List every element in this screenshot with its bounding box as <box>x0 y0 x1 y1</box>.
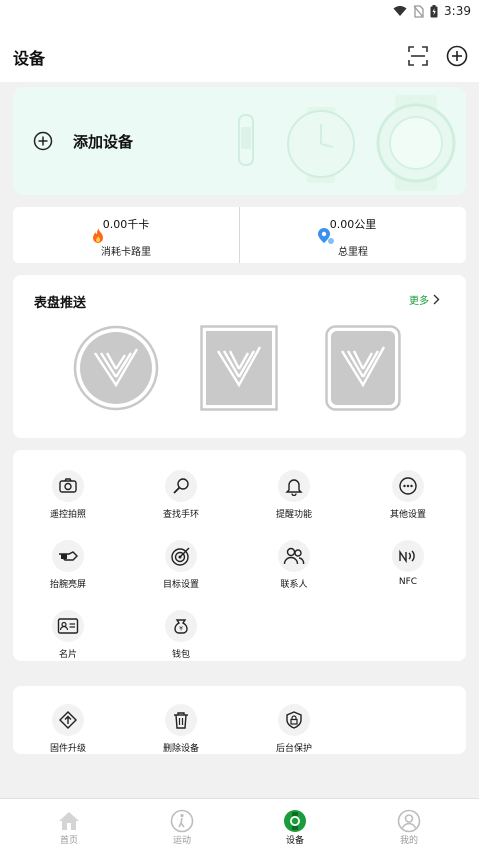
distance-label: 总里程 <box>338 247 368 258</box>
function-label: 固件升级 <box>49 744 86 754</box>
function-label: 其他设置 <box>389 510 426 520</box>
watch-faces-card: 表盘推送 更多 <box>13 275 466 438</box>
watch-face-rounded-square[interactable] <box>325 325 401 411</box>
function-label: 删除设备 <box>162 744 199 754</box>
function-delete-device[interactable]: 删除设备 <box>126 704 236 764</box>
trash-icon <box>174 712 188 729</box>
more-label: 更多 <box>409 296 429 307</box>
svg-text:¥: ¥ <box>179 626 183 633</box>
function-other-settings[interactable]: 其他设置 <box>353 470 463 530</box>
distance-value: 0.00公里 <box>329 218 377 231</box>
watch-faces-more-link[interactable]: 更多 <box>409 292 440 307</box>
contacts-icon <box>283 547 305 565</box>
watch-icon <box>284 810 306 832</box>
function-business-card[interactable]: 名片 <box>13 610 123 670</box>
device-illustration-icon <box>238 95 456 191</box>
function-label: 提醒功能 <box>275 510 312 520</box>
function-label: 联系人 <box>280 580 308 590</box>
more-dots-icon <box>399 477 417 495</box>
function-label: 遥控拍照 <box>49 510 86 520</box>
add-circle-icon[interactable] <box>445 44 469 68</box>
tab-label: 运动 <box>172 836 191 846</box>
tab-home[interactable]: 首页 <box>9 799 129 853</box>
calories-value: 0.00千卡 <box>102 218 150 231</box>
function-wallet[interactable]: ¥ 钱包 <box>126 610 236 670</box>
target-icon <box>171 547 190 566</box>
watch-faces-title: 表盘推送 <box>34 296 87 311</box>
wifi-icon <box>393 6 407 16</box>
function-find-band[interactable]: 查找手环 <box>126 470 236 530</box>
function-reminders[interactable]: 提醒功能 <box>239 470 349 530</box>
function-remote-camera[interactable]: 遥控拍照 <box>13 470 123 530</box>
function-label: 后台保护 <box>275 744 312 754</box>
watch-face-square[interactable] <box>200 325 278 411</box>
no-sim-icon <box>413 4 424 18</box>
calories-stat: 0.00千卡 消耗卡路里 <box>13 207 239 263</box>
tab-label: 设备 <box>285 836 304 846</box>
function-label: 抬腕亮屏 <box>49 580 86 590</box>
business-card-icon <box>57 618 79 634</box>
distance-stat: 0.00公里 总里程 <box>240 207 466 263</box>
battery-icon <box>430 4 438 17</box>
status-bar: 3:39 <box>0 0 479 22</box>
shield-lock-icon <box>286 711 302 729</box>
home-icon <box>59 812 79 830</box>
tab-sport[interactable]: 运动 <box>122 799 242 853</box>
watch-face-round[interactable] <box>73 325 159 411</box>
status-time: 3:39 <box>444 4 471 18</box>
function-label: 名片 <box>58 650 77 660</box>
stats-card: 0.00千卡 消耗卡路里 0.00公里 总里程 <box>13 207 466 263</box>
header: 设备 <box>0 22 479 82</box>
function-label: 目标设置 <box>162 580 199 590</box>
chevron-right-icon <box>433 294 440 305</box>
system-card: 固件升级 删除设备 后台保护 <box>13 686 466 754</box>
profile-icon <box>397 809 421 833</box>
function-grid-card: 遥控拍照 查找手环 提醒功能 其他设置 抬腕亮屏 目标设置 联系人 NFC 名片… <box>13 450 466 661</box>
function-background-protection[interactable]: 后台保护 <box>239 704 349 764</box>
function-label: 钱包 <box>171 650 190 660</box>
function-nfc[interactable]: NFC <box>353 540 463 600</box>
page-title: 设备 <box>13 49 46 68</box>
raise-wrist-icon <box>59 551 78 561</box>
bottom-tab-bar: 首页 运动 设备 我的 <box>0 798 479 853</box>
sport-icon <box>170 809 194 833</box>
add-device-plus-icon <box>33 131 53 151</box>
wallet-icon: ¥ <box>174 619 188 634</box>
function-label: 查找手环 <box>162 510 199 520</box>
add-device-card[interactable]: 添加设备 <box>13 87 466 195</box>
tab-label: 我的 <box>399 836 418 846</box>
firmware-upgrade-icon <box>59 711 77 729</box>
tab-device[interactable]: 设备 <box>235 799 355 853</box>
search-band-icon <box>173 478 189 494</box>
function-goal-settings[interactable]: 目标设置 <box>126 540 236 600</box>
function-label: NFC <box>398 577 418 587</box>
calories-label: 消耗卡路里 <box>101 247 151 258</box>
nfc-icon <box>399 549 415 564</box>
tab-label: 首页 <box>59 836 78 846</box>
bell-icon <box>285 479 303 496</box>
function-contacts[interactable]: 联系人 <box>239 540 349 600</box>
scan-icon[interactable] <box>406 44 430 68</box>
add-device-label: 添加设备 <box>73 133 134 151</box>
tab-profile[interactable]: 我的 <box>349 799 469 853</box>
function-firmware-upgrade[interactable]: 固件升级 <box>13 704 123 764</box>
function-raise-wrist[interactable]: 抬腕亮屏 <box>13 540 123 600</box>
camera-icon <box>59 478 77 493</box>
